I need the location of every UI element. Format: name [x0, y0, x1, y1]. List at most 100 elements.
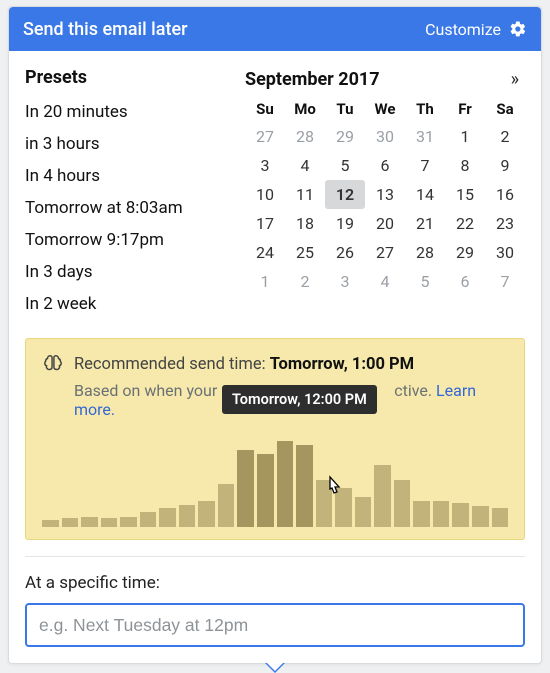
calendar-day[interactable]: 5 [325, 151, 365, 180]
calendar-dow: Sa [485, 96, 525, 122]
calendar-day[interactable]: 29 [325, 122, 365, 151]
calendar-day[interactable]: 8 [445, 151, 485, 180]
calendar-day[interactable]: 25 [285, 238, 325, 267]
calendar-day[interactable]: 12 [325, 180, 365, 209]
calendar-day[interactable]: 22 [445, 209, 485, 238]
calendar-dow: Tu [325, 96, 365, 122]
recommendation-value: Tomorrow, 1:00 PM [270, 355, 414, 374]
calendar: September 2017 » SuMoTuWeThFrSa 27282930… [245, 67, 525, 320]
calendar-day[interactable]: 16 [485, 180, 525, 209]
calendar-day[interactable]: 18 [285, 209, 325, 238]
preset-item[interactable]: In 2 week [25, 288, 245, 320]
calendar-day[interactable]: 19 [325, 209, 365, 238]
calendar-day[interactable]: 20 [365, 209, 405, 238]
activity-bar[interactable] [101, 518, 118, 527]
calendar-dow: Su [245, 96, 285, 122]
panel-title: Send this email later [23, 19, 425, 40]
calendar-day[interactable]: 28 [405, 238, 445, 267]
calendar-day[interactable]: 17 [245, 209, 285, 238]
calendar-next-button[interactable]: » [505, 67, 525, 92]
activity-bar[interactable] [472, 506, 489, 528]
calendar-day[interactable]: 28 [285, 122, 325, 151]
customize-label: Customize [425, 20, 501, 39]
calendar-day[interactable]: 1 [245, 267, 285, 296]
activity-bar[interactable] [277, 441, 294, 527]
calendar-day[interactable]: 14 [405, 180, 445, 209]
activity-bar[interactable] [237, 450, 254, 527]
activity-bar[interactable] [355, 497, 372, 527]
activity-bar[interactable] [374, 465, 391, 527]
customize-button[interactable]: Customize [425, 20, 527, 39]
recommendation-title: Recommended send time: Tomorrow, 1:00 PM [74, 355, 414, 374]
activity-bar[interactable] [159, 508, 176, 527]
calendar-day[interactable]: 6 [445, 267, 485, 296]
preset-item[interactable]: In 3 days [25, 256, 245, 288]
activity-bar-chart [42, 437, 508, 527]
calendar-day[interactable]: 15 [445, 180, 485, 209]
calendar-day[interactable]: 24 [245, 238, 285, 267]
activity-bar[interactable] [492, 508, 509, 527]
gear-icon [509, 20, 527, 38]
activity-bar[interactable] [296, 445, 313, 527]
preset-item[interactable]: in 3 hours [25, 128, 245, 160]
calendar-dow: Th [405, 96, 445, 122]
calendar-day[interactable]: 7 [485, 267, 525, 296]
send-later-panel: Send this email later Customize Presets … [8, 6, 542, 664]
activity-bar[interactable] [433, 501, 450, 527]
activity-bar[interactable] [257, 454, 274, 527]
recommendation-box: Recommended send time: Tomorrow, 1:00 PM… [25, 338, 525, 540]
calendar-day[interactable]: 30 [485, 238, 525, 267]
calendar-day[interactable]: 2 [485, 122, 525, 151]
panel-pointer [265, 663, 285, 673]
calendar-day[interactable]: 2 [285, 267, 325, 296]
calendar-day[interactable]: 23 [485, 209, 525, 238]
activity-bar[interactable] [179, 505, 196, 527]
calendar-dow: We [365, 96, 405, 122]
calendar-day[interactable]: 3 [245, 151, 285, 180]
brain-icon [42, 353, 64, 375]
activity-bar[interactable] [81, 517, 98, 527]
activity-bar[interactable] [413, 501, 430, 527]
specific-time-input[interactable] [25, 603, 525, 647]
calendar-day[interactable]: 11 [285, 180, 325, 209]
calendar-day[interactable]: 9 [485, 151, 525, 180]
panel-header: Send this email later Customize [9, 7, 541, 51]
preset-item[interactable]: Tomorrow 9:17pm [25, 224, 245, 256]
calendar-day[interactable]: 29 [445, 238, 485, 267]
calendar-title: September 2017 [245, 69, 505, 90]
calendar-day[interactable]: 10 [245, 180, 285, 209]
calendar-day[interactable]: 26 [325, 238, 365, 267]
presets: Presets In 20 minutesin 3 hoursIn 4 hour… [25, 67, 245, 320]
activity-bar[interactable] [198, 501, 215, 527]
activity-bar[interactable] [140, 512, 157, 527]
presets-heading: Presets [25, 67, 245, 88]
calendar-day[interactable]: 31 [405, 122, 445, 151]
calendar-day[interactable]: 4 [285, 151, 325, 180]
activity-bar[interactable] [62, 518, 79, 527]
calendar-day[interactable]: 1 [445, 122, 485, 151]
calendar-dow: Mo [285, 96, 325, 122]
preset-item[interactable]: In 20 minutes [25, 96, 245, 128]
calendar-day[interactable]: 4 [365, 267, 405, 296]
specific-time-label: At a specific time: [25, 573, 525, 593]
preset-item[interactable]: In 4 hours [25, 160, 245, 192]
calendar-day[interactable]: 30 [365, 122, 405, 151]
preset-item[interactable]: Tomorrow at 8:03am [25, 192, 245, 224]
cursor-pointer-icon [323, 475, 345, 503]
recommendation-prefix: Recommended send time: [74, 355, 270, 374]
calendar-day[interactable]: 21 [405, 209, 445, 238]
activity-bar[interactable] [452, 503, 469, 527]
calendar-day[interactable]: 27 [365, 238, 405, 267]
calendar-day[interactable]: 6 [365, 151, 405, 180]
calendar-day[interactable]: 13 [365, 180, 405, 209]
activity-bar[interactable] [42, 520, 59, 527]
calendar-day[interactable]: 27 [245, 122, 285, 151]
bar-tooltip: Tomorrow, 12:00 PM [222, 385, 377, 414]
activity-bar[interactable] [394, 480, 411, 527]
calendar-day[interactable]: 7 [405, 151, 445, 180]
calendar-day[interactable]: 3 [325, 267, 365, 296]
activity-bar[interactable] [120, 517, 137, 527]
calendar-day[interactable]: 5 [405, 267, 445, 296]
calendar-dow: Fr [445, 96, 485, 122]
activity-bar[interactable] [218, 484, 235, 527]
